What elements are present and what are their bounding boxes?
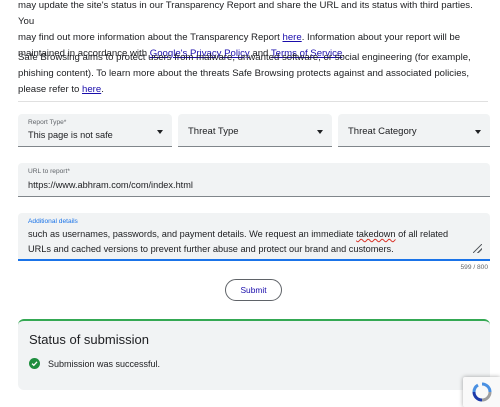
recaptcha-icon bbox=[472, 382, 491, 402]
report-type-label: Report Type* bbox=[28, 119, 67, 126]
paragraph-line: may update the site's status in our Tran… bbox=[18, 0, 473, 27]
status-title: Status of submission bbox=[29, 332, 149, 347]
threat-type-select[interactable]: Threat Type bbox=[178, 114, 332, 147]
transparency-report-link[interactable]: here bbox=[283, 32, 302, 43]
threat-type-placeholder: Threat Type bbox=[188, 126, 239, 137]
paragraph-line: Safe Browsing aims to protect users from… bbox=[18, 52, 471, 63]
paragraph-text: please refer to bbox=[18, 84, 82, 95]
additional-details-textarea[interactable]: Additional details such as usernames, pa… bbox=[18, 213, 490, 261]
paragraph-text: may find out more information about the … bbox=[18, 32, 283, 43]
success-check-icon bbox=[29, 358, 40, 369]
section-divider bbox=[18, 101, 488, 102]
recaptcha-badge[interactable] bbox=[463, 377, 500, 407]
details-text: of all related bbox=[395, 229, 449, 239]
url-field-value: https://www.abhram.com/com/index.html bbox=[28, 180, 193, 190]
safe-browsing-policies-link[interactable]: here bbox=[82, 84, 101, 95]
paragraph-text: . Information about your report will be bbox=[301, 32, 461, 43]
misspelled-word: takedown bbox=[356, 229, 396, 239]
submit-button[interactable]: Submit bbox=[225, 279, 282, 301]
paragraph-text: . bbox=[101, 84, 104, 95]
dropdown-caret-icon bbox=[157, 130, 163, 134]
resize-handle-icon[interactable] bbox=[473, 244, 482, 253]
safe-browsing-paragraph: Safe Browsing aims to protect users from… bbox=[18, 50, 488, 98]
report-type-value: This page is not safe bbox=[28, 130, 113, 140]
url-field-label: URL to report* bbox=[28, 168, 70, 175]
details-text: such as usernames, passwords, and paymen… bbox=[28, 229, 357, 239]
threat-category-placeholder: Threat Category bbox=[348, 126, 417, 137]
status-message: Submission was successful. bbox=[48, 359, 161, 369]
details-field-label: Additional details bbox=[28, 218, 78, 225]
details-text-line: such as usernames, passwords, and paymen… bbox=[28, 229, 448, 239]
report-type-select[interactable]: Report Type* This page is not safe bbox=[18, 114, 172, 147]
paragraph-line: phishing content). To learn more about t… bbox=[18, 68, 469, 79]
status-card: Status of submission Submission was succ… bbox=[18, 319, 490, 390]
dropdown-caret-icon bbox=[475, 130, 481, 134]
details-text-line: URLs and cached versions to prevent furt… bbox=[28, 244, 394, 254]
threat-category-select[interactable]: Threat Category bbox=[338, 114, 490, 147]
character-counter: 599 / 800 bbox=[460, 264, 489, 271]
dropdown-caret-icon bbox=[317, 130, 323, 134]
url-to-report-field[interactable]: URL to report* https://www.abhram.com/co… bbox=[18, 163, 490, 197]
